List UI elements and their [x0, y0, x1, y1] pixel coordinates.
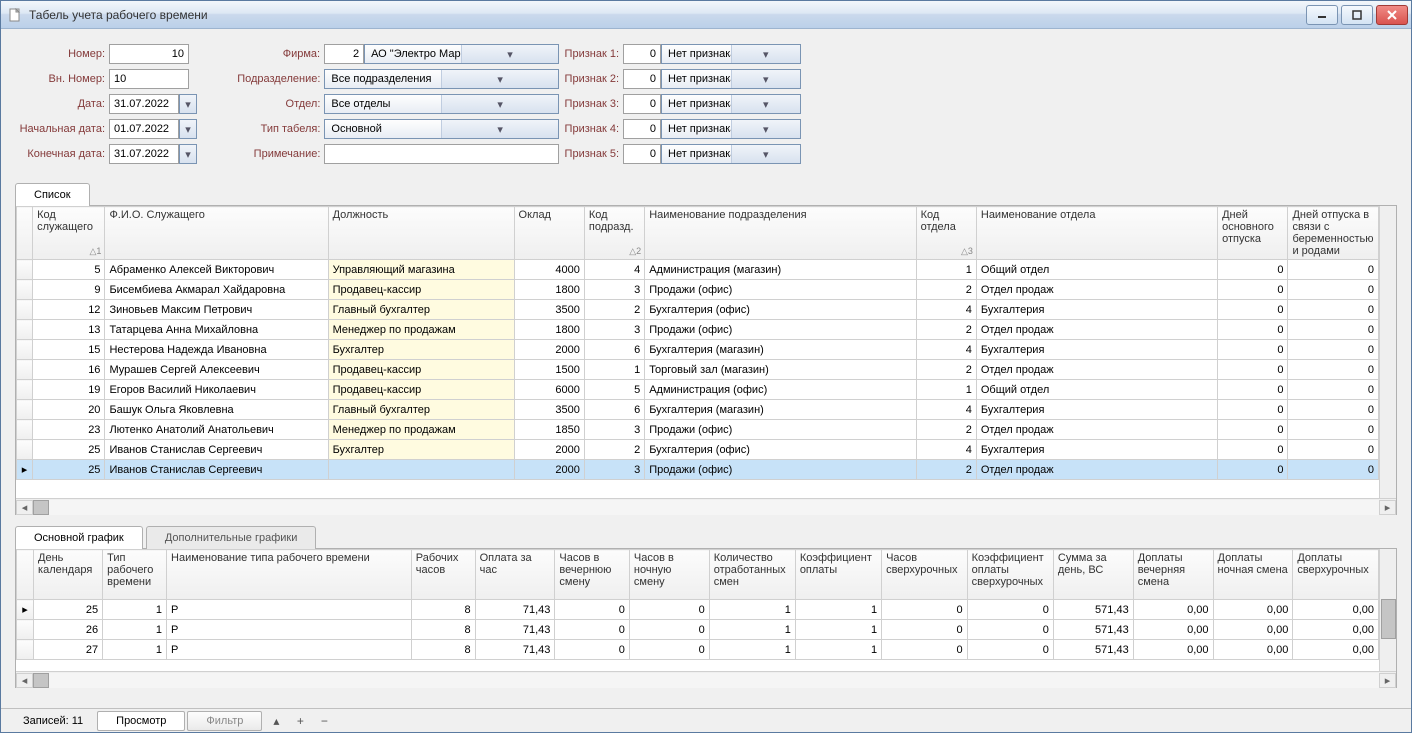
table-row[interactable]: 261Р 871,430 011 00571,43 0,000,000,00	[17, 620, 1379, 640]
document-icon	[7, 7, 23, 23]
nav-add-button[interactable]: +	[288, 711, 312, 731]
priznak-1-combo[interactable]: Нет признака 1▾	[661, 44, 801, 64]
table-row[interactable]: 9Бисембиева Акмарал Хайдаровна Продавец-…	[17, 280, 1379, 300]
chevron-down-icon: ▾	[441, 70, 558, 88]
date-picker-button[interactable]: ▾	[179, 94, 197, 114]
upper-tabs: Список	[1, 182, 1411, 205]
titlebar: Табель учета рабочего времени	[1, 1, 1411, 29]
chevron-down-icon: ▾	[441, 120, 558, 138]
maximize-button[interactable]	[1341, 5, 1373, 25]
priznak-4-code-input[interactable]	[623, 119, 661, 139]
lower-tabs: Основной график Дополнительные графики	[15, 525, 1397, 548]
priznak-2-combo[interactable]: Нет признака 2▾	[661, 69, 801, 89]
note-input[interactable]	[324, 144, 559, 164]
priznak-3-code-input[interactable]	[623, 94, 661, 114]
status-bar: Записей: 11 Просмотр Фильтр ▴ + −	[1, 708, 1411, 732]
label-priznak-3: Признак 3:	[559, 98, 623, 110]
label-ext-number: Вн. Номер:	[9, 73, 109, 85]
schedule-grid[interactable]: День календаряТип рабочего времени Наиме…	[15, 548, 1397, 688]
preview-button[interactable]: Просмотр	[97, 711, 185, 731]
record-count: Записей: 11	[9, 712, 97, 730]
filter-button[interactable]: Фильтр	[187, 711, 262, 731]
minimize-button[interactable]	[1306, 5, 1338, 25]
end-date-input[interactable]	[109, 144, 179, 164]
label-department: Отдел:	[209, 98, 324, 110]
priznak-2-code-input[interactable]	[623, 69, 661, 89]
vertical-scrollbar[interactable]	[1379, 549, 1396, 671]
nav-remove-button[interactable]: −	[312, 711, 336, 731]
number-input[interactable]	[109, 44, 189, 64]
tab-main-schedule[interactable]: Основной график	[15, 526, 143, 549]
table-row[interactable]: 16Мурашев Сергей Алексеевич Продавец-кас…	[17, 360, 1379, 380]
label-firm: Фирма:	[209, 48, 324, 60]
table-row[interactable]: 20Башук Ольга Яковлевна Главный бухгалте…	[17, 400, 1379, 420]
label-end-date: Конечная дата:	[9, 148, 109, 160]
table-row[interactable]: 13Татарцева Анна Михайловна Менеджер по …	[17, 320, 1379, 340]
firm-code-input[interactable]	[324, 44, 364, 64]
chevron-down-icon: ▾	[731, 45, 801, 63]
employee-grid[interactable]: Код служащего△1 Ф.И.О. Служащего Должнос…	[15, 205, 1397, 515]
tab-extra-schedules[interactable]: Дополнительные графики	[146, 526, 317, 549]
department-combo[interactable]: Все отделы▾	[324, 94, 559, 114]
header-form: Номер: Вн. Номер: Дата: ▾ Начальная дата:…	[1, 29, 1411, 176]
start-date-picker-button[interactable]: ▾	[179, 119, 197, 139]
label-subdivision: Подразделение:	[209, 73, 324, 85]
ext-number-input[interactable]	[109, 69, 189, 89]
priznak-3-combo[interactable]: Нет признака 3▾	[661, 94, 801, 114]
table-row[interactable]: 25Иванов Станислав Сергеевич Бухгалтер 2…	[17, 440, 1379, 460]
horizontal-scrollbar[interactable]: ◂▸	[16, 498, 1396, 515]
chevron-down-icon: ▾	[731, 145, 801, 163]
horizontal-scrollbar[interactable]: ◂▸	[16, 671, 1396, 688]
window-title: Табель учета рабочего времени	[29, 8, 208, 22]
table-row[interactable]: ▸ 25Иванов Станислав Сергеевич 20003 Про…	[17, 460, 1379, 480]
table-row[interactable]: 12Зиновьев Максим Петрович Главный бухга…	[17, 300, 1379, 320]
firm-combo[interactable]: АО "Электро Маркет"▾	[364, 44, 559, 64]
priznak-1-code-input[interactable]	[623, 44, 661, 64]
label-priznak-4: Признак 4:	[559, 123, 623, 135]
chevron-down-icon: ▾	[441, 95, 558, 113]
subdivision-combo[interactable]: Все подразделения▾	[324, 69, 559, 89]
date-input[interactable]	[109, 94, 179, 114]
table-row[interactable]: 5Абраменко Алексей Викторович Управляющи…	[17, 260, 1379, 280]
start-date-input[interactable]	[109, 119, 179, 139]
table-row[interactable]: 271Р 871,430 011 00571,43 0,000,000,00	[17, 640, 1379, 660]
nav-up-button[interactable]: ▴	[264, 711, 288, 731]
table-row[interactable]: 23Лютенко Анатолий Анатольевич Менеджер …	[17, 420, 1379, 440]
label-number: Номер:	[9, 48, 109, 60]
label-priznak-1: Признак 1:	[559, 48, 623, 60]
chevron-down-icon: ▾	[731, 70, 801, 88]
priznak-5-combo[interactable]: Нет признака 5▾	[661, 144, 801, 164]
priznak-4-combo[interactable]: Нет признака 4▾	[661, 119, 801, 139]
vertical-scrollbar[interactable]	[1379, 206, 1396, 498]
label-start-date: Начальная дата:	[9, 123, 109, 135]
table-row[interactable]: 15Нестерова Надежда Ивановна Бухгалтер 2…	[17, 340, 1379, 360]
chevron-down-icon: ▾	[731, 120, 801, 138]
timesheet-type-combo[interactable]: Основной▾	[324, 119, 559, 139]
tab-list[interactable]: Список	[15, 183, 90, 206]
table-row[interactable]: ▸ 251Р 871,430 011 00571,43 0,000,000,00	[17, 600, 1379, 620]
label-priznak-2: Признак 2:	[559, 73, 623, 85]
chevron-down-icon: ▾	[731, 95, 801, 113]
chevron-down-icon: ▾	[461, 45, 558, 63]
priznak-5-code-input[interactable]	[623, 144, 661, 164]
label-date: Дата:	[9, 98, 109, 110]
label-timesheet-type: Тип табеля:	[209, 123, 324, 135]
label-note: Примечание:	[209, 148, 324, 160]
end-date-picker-button[interactable]: ▾	[179, 144, 197, 164]
label-priznak-5: Признак 5:	[559, 148, 623, 160]
table-row[interactable]: 19Егоров Василий Николаевич Продавец-кас…	[17, 380, 1379, 400]
close-button[interactable]	[1376, 5, 1408, 25]
